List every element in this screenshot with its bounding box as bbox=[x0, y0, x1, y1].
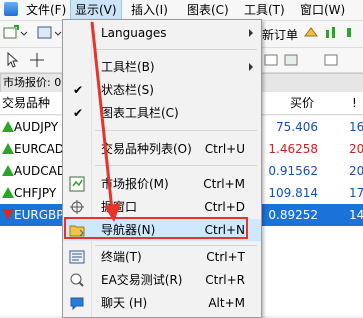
annotation-arrow-icon bbox=[90, 21, 121, 222]
